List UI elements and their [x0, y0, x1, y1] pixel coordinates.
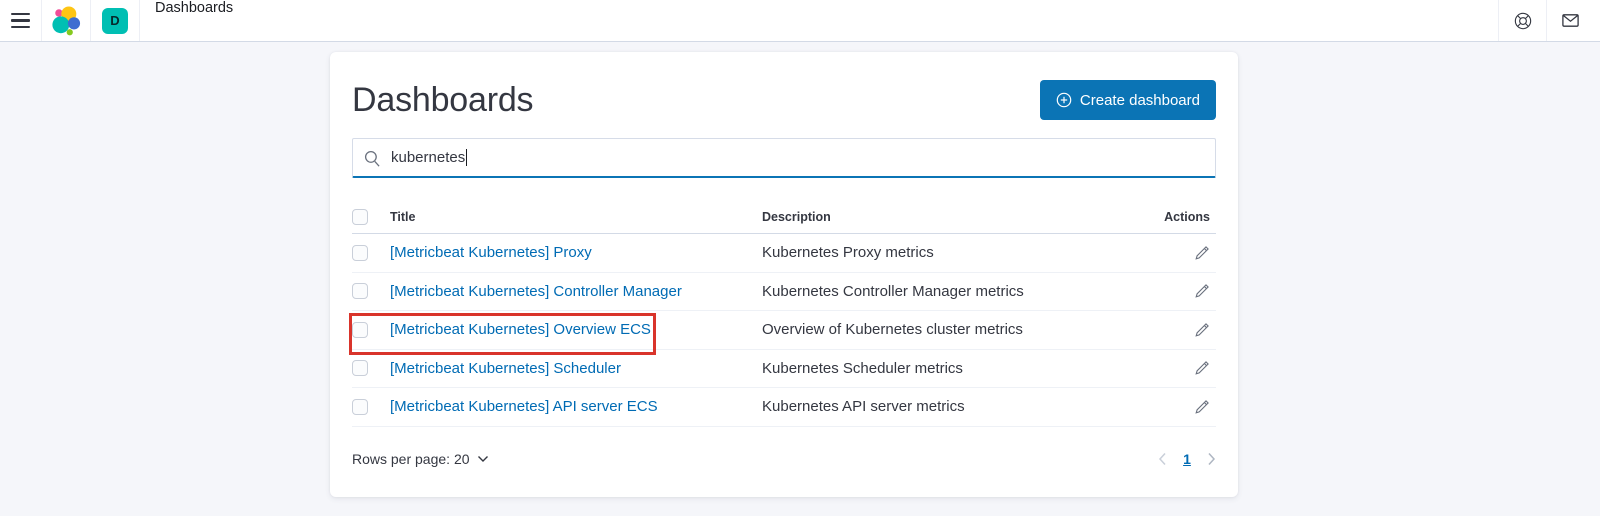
- rows-per-page-button[interactable]: Rows per page: 20: [352, 451, 489, 467]
- pencil-icon: [1195, 361, 1209, 375]
- text-cursor: [466, 149, 468, 166]
- breadcrumb[interactable]: Dashboards: [140, 0, 233, 41]
- panel-header: Dashboards Create dashboard: [352, 76, 1216, 124]
- edit-button[interactable]: [1194, 399, 1210, 415]
- page-title: Dashboards: [352, 80, 534, 119]
- pencil-icon: [1195, 245, 1209, 260]
- search-input[interactable]: kubernetes: [352, 138, 1216, 178]
- row-checkbox[interactable]: [352, 283, 368, 300]
- envelope-icon: [1562, 14, 1579, 27]
- row-checkbox[interactable]: [352, 244, 368, 261]
- space-avatar: D: [102, 7, 128, 34]
- topbar-right-actions: [1498, 0, 1600, 41]
- elastic-logo-icon: [52, 5, 81, 35]
- row-checkbox[interactable]: [352, 360, 368, 377]
- search-value: kubernetes: [391, 149, 466, 166]
- next-page-button[interactable]: [1207, 452, 1216, 466]
- top-navigation-bar: D Dashboards: [0, 0, 1600, 42]
- table-row: [Metricbeat Kubernetes] Proxy Kubernetes…: [352, 234, 1216, 273]
- edit-button[interactable]: [1194, 245, 1210, 261]
- table-footer: Rows per page: 20 1: [352, 445, 1216, 473]
- pencil-icon: [1195, 284, 1209, 298]
- space-switcher-button[interactable]: D: [91, 0, 140, 41]
- dashboard-link[interactable]: [Metricbeat Kubernetes] Overview ECS: [390, 321, 651, 338]
- help-button[interactable]: [1498, 0, 1546, 41]
- pencil-icon: [1195, 322, 1209, 337]
- magnifier-icon: [364, 150, 380, 167]
- home-logo-button[interactable]: [42, 0, 91, 41]
- dashboard-description: Overview of Kubernetes cluster metrics: [762, 321, 1023, 339]
- table-row: [Metricbeat Kubernetes] Controller Manag…: [352, 273, 1216, 311]
- chevron-left-icon: [1158, 452, 1166, 465]
- dashboard-description: Kubernetes API server metrics: [762, 398, 965, 416]
- edit-button[interactable]: [1194, 283, 1210, 299]
- dashboard-link[interactable]: [Metricbeat Kubernetes] Scheduler: [390, 360, 621, 377]
- hamburger-icon: [11, 12, 30, 29]
- dashboard-link[interactable]: [Metricbeat Kubernetes] Controller Manag…: [390, 283, 682, 300]
- dashboard-description: Kubernetes Proxy metrics: [762, 244, 934, 262]
- table-header-row: Title Description Actions: [352, 200, 1216, 234]
- chevron-right-icon: [1208, 452, 1216, 465]
- pagination: 1: [1158, 451, 1216, 467]
- row-checkbox[interactable]: [352, 321, 368, 338]
- edit-button[interactable]: [1194, 322, 1210, 338]
- menu-button[interactable]: [0, 0, 42, 41]
- previous-page-button[interactable]: [1158, 452, 1167, 466]
- dashboard-link[interactable]: [Metricbeat Kubernetes] API server ECS: [390, 398, 658, 415]
- table-row-highlighted: [Metricbeat Kubernetes] Overview ECS Ove…: [349, 311, 1216, 355]
- dashboard-description: Kubernetes Controller Manager metrics: [762, 282, 1024, 300]
- plus-circle-icon: [1056, 92, 1072, 108]
- table-row: [Metricbeat Kubernetes] API server ECS K…: [352, 388, 1216, 427]
- column-header-description: Description: [762, 209, 831, 224]
- rows-per-page-label: Rows per page: 20: [352, 450, 470, 467]
- dashboard-link[interactable]: [Metricbeat Kubernetes] Proxy: [390, 244, 592, 261]
- table-row: [Metricbeat Kubernetes] Scheduler Kubern…: [352, 350, 1216, 388]
- edit-button[interactable]: [1194, 360, 1210, 376]
- dashboard-description: Kubernetes Scheduler metrics: [762, 359, 963, 377]
- page-number-button[interactable]: 1: [1177, 451, 1197, 467]
- row-checkbox[interactable]: [352, 398, 368, 415]
- newsfeed-button[interactable]: [1546, 0, 1594, 41]
- life-ring-icon: [1514, 12, 1531, 29]
- column-header-title[interactable]: Title: [390, 210, 762, 224]
- select-all-checkbox[interactable]: [352, 208, 368, 225]
- column-header-actions: Actions: [1164, 209, 1210, 224]
- create-dashboard-label: Create dashboard: [1079, 91, 1200, 109]
- pencil-icon: [1195, 399, 1209, 414]
- chevron-down-icon: [477, 455, 488, 462]
- dashboards-panel: Dashboards Create dashboard kubernetes T…: [330, 52, 1238, 497]
- create-dashboard-button[interactable]: Create dashboard: [1039, 80, 1216, 120]
